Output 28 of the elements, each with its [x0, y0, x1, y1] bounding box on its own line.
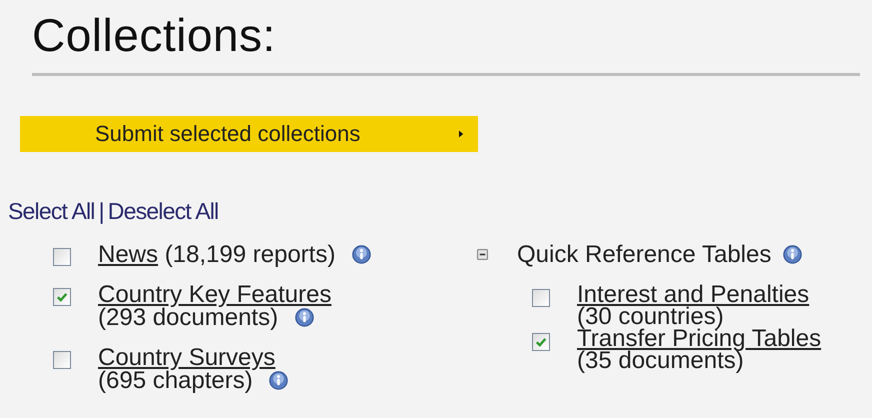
check-icon [535, 336, 547, 348]
checkbox[interactable] [532, 333, 550, 351]
info-icon[interactable] [352, 245, 372, 264]
document-count: (18,199 reports) [164, 243, 336, 266]
collection-link[interactable]: Interest and Penalties [577, 281, 810, 308]
collection-link[interactable]: News [98, 241, 158, 268]
info-icon[interactable] [269, 371, 288, 390]
select-link[interactable]: Select All [8, 198, 95, 224]
submit-button[interactable]: Submit selected collections [20, 116, 478, 152]
document-count: (695 chapters) [98, 369, 253, 392]
check-icon [56, 291, 68, 303]
checkbox[interactable] [53, 248, 71, 266]
document-count: (293 documents) [98, 306, 278, 329]
document-count: (30 countries) [577, 306, 724, 328]
page-heading: Collections: [32, 10, 277, 60]
collection-link[interactable]: Country Key Features [98, 281, 332, 308]
group-label: Quick Reference Tables [517, 243, 772, 266]
checkbox[interactable] [532, 289, 550, 307]
select-link[interactable]: Deselect All [108, 198, 218, 224]
collapse-icon[interactable] [477, 249, 488, 260]
checkbox[interactable] [53, 288, 71, 306]
document-count: (35 documents) [577, 350, 744, 372]
arrow-icon [459, 130, 464, 138]
collection-link[interactable]: Country Surveys [98, 344, 276, 371]
checkbox[interactable] [53, 351, 71, 369]
info-icon[interactable] [294, 308, 314, 327]
separator: | [98, 198, 104, 224]
info-icon[interactable] [783, 245, 802, 264]
